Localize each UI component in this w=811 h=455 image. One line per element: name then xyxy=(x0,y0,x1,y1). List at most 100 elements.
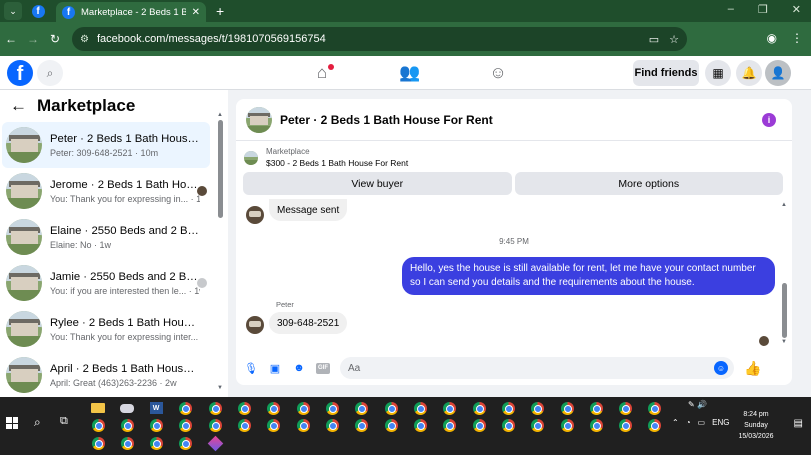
chrome-icon[interactable] xyxy=(440,417,458,433)
wifi-icon[interactable]: ◔ xyxy=(686,418,691,427)
chrome-icon[interactable] xyxy=(528,417,546,433)
word-icon[interactable]: W xyxy=(147,400,165,416)
message-input[interactable]: Aa ☺ xyxy=(340,357,734,379)
back-arrow-icon[interactable]: ← xyxy=(0,32,22,46)
chrome-icon[interactable] xyxy=(499,417,517,433)
chrome-icon[interactable] xyxy=(528,400,546,416)
file-explorer-icon[interactable] xyxy=(89,400,107,416)
chrome-icon[interactable] xyxy=(499,400,517,416)
conversation-item[interactable]: Jerome · 2 Beds 1 Bath House ... You: Th… xyxy=(2,168,210,214)
chrome-icon[interactable] xyxy=(264,400,282,416)
chrome-icon[interactable] xyxy=(206,417,224,433)
chrome-icon[interactable] xyxy=(235,400,253,416)
chrome-icon[interactable] xyxy=(645,400,663,416)
emoji-icon[interactable]: ☺ xyxy=(714,361,728,375)
chat-scrollbar[interactable] xyxy=(782,283,787,338)
chrome-icon[interactable] xyxy=(147,435,165,451)
gif-icon[interactable]: GIF xyxy=(314,359,332,377)
chat-title[interactable]: Peter · 2 Beds 1 Bath House For Rent xyxy=(280,113,493,127)
active-browser-tab[interactable]: f Marketplace - 2 Beds 1 Bath Ho ✕ xyxy=(56,2,206,22)
more-options-button[interactable]: More options xyxy=(514,172,783,195)
scroll-up-arrow-icon[interactable]: ▲ xyxy=(217,112,223,118)
reload-icon[interactable]: ↻ xyxy=(44,32,66,46)
sticker-icon[interactable]: ☻ xyxy=(290,359,308,377)
gem-app-icon[interactable] xyxy=(206,435,224,451)
chrome-icon[interactable] xyxy=(235,417,253,433)
cast-icon[interactable]: ▭ xyxy=(649,33,659,46)
sidebar-scrollbar[interactable] xyxy=(218,120,223,218)
menu-kebab-icon[interactable]: ⋮ xyxy=(791,31,803,45)
chrome-icon[interactable] xyxy=(294,400,312,416)
chrome-icon[interactable] xyxy=(558,400,576,416)
show-hidden-icons-chevron-icon[interactable]: ⌃ xyxy=(672,418,679,427)
menu-grid-icon[interactable]: ▦ xyxy=(705,60,731,86)
chrome-icon[interactable] xyxy=(411,400,429,416)
conversation-item[interactable]: April · 2 Beds 1 Bath House For ... Apri… xyxy=(2,352,210,397)
conversation-item[interactable]: Peter · 2 Beds 1 Bath House For ... Pete… xyxy=(2,122,210,168)
bookmark-star-icon[interactable]: ☆ xyxy=(669,33,679,46)
conversation-item[interactable]: Jamie · 2550 Beds and 2 Baths... You: if… xyxy=(2,260,210,306)
chrome-icon[interactable] xyxy=(587,417,605,433)
like-thumb-icon[interactable]: 👍 xyxy=(744,360,761,377)
chrome-icon[interactable] xyxy=(352,417,370,433)
chrome-icon[interactable] xyxy=(470,400,488,416)
profile-icon[interactable]: ◉ xyxy=(767,31,777,45)
taskbar-search-icon[interactable]: ⌕ xyxy=(34,415,41,430)
info-icon[interactable]: i xyxy=(762,113,776,127)
home-icon[interactable]: ⌂ xyxy=(300,63,344,83)
friends-icon[interactable]: 👥 xyxy=(388,63,432,83)
battery-icon[interactable]: ▭ xyxy=(698,418,706,427)
chrome-icon[interactable] xyxy=(176,400,194,416)
chrome-icon[interactable] xyxy=(294,417,312,433)
chrome-icon[interactable] xyxy=(323,417,341,433)
back-arrow-icon[interactable]: ← xyxy=(10,96,27,116)
pen-icon[interactable]: ✎ xyxy=(688,400,695,409)
chrome-icon[interactable] xyxy=(89,435,107,451)
microphone-icon[interactable]: 🎙 xyxy=(242,359,260,377)
chrome-icon[interactable] xyxy=(382,417,400,433)
notifications-bell-icon[interactable]: 🔔 xyxy=(736,60,762,86)
tab-close-icon[interactable]: ✕ xyxy=(192,7,200,18)
maximize-button[interactable]: ❐ xyxy=(758,3,768,16)
sketch-app-icon[interactable] xyxy=(118,400,136,416)
chrome-icon[interactable] xyxy=(323,400,341,416)
tab-search-chevron-icon[interactable]: ⌄ xyxy=(4,2,22,20)
taskbar-clock[interactable]: 8:24 pm Sunday 15/03/2026 xyxy=(733,409,779,442)
new-tab-button[interactable]: + xyxy=(216,3,224,19)
volume-icon[interactable]: 🔊 xyxy=(697,400,707,409)
search-icon[interactable]: ⌕ xyxy=(37,60,63,86)
scroll-down-arrow-icon[interactable]: ▼ xyxy=(217,385,223,391)
chrome-icon[interactable] xyxy=(616,400,634,416)
language-indicator[interactable]: ENG xyxy=(712,418,729,427)
chrome-icon[interactable] xyxy=(118,435,136,451)
conversation-item[interactable]: Rylee · 2 Beds 1 Bath House For ... You:… xyxy=(2,306,210,352)
chrome-icon[interactable] xyxy=(176,435,194,451)
chrome-icon[interactable] xyxy=(382,400,400,416)
site-info-icon[interactable]: ⚙ xyxy=(80,34,89,45)
listing-summary[interactable]: Marketplace $300 - 2 Beds 1 Bath House F… xyxy=(244,147,408,168)
photo-icon[interactable]: ▣ xyxy=(266,359,284,377)
chrome-icon[interactable] xyxy=(352,400,370,416)
windows-start-icon[interactable] xyxy=(6,417,18,429)
conversation-item[interactable]: Elaine · 2550 Beds and 2 Baths ... Elain… xyxy=(2,214,210,260)
chrome-icon[interactable] xyxy=(176,417,194,433)
facebook-logo-icon[interactable]: f xyxy=(7,60,33,86)
chrome-icon[interactable] xyxy=(440,400,458,416)
chrome-icon[interactable] xyxy=(470,417,488,433)
chrome-icon[interactable] xyxy=(558,417,576,433)
address-bar[interactable]: ⚙ facebook.com/messages/t/19810705691567… xyxy=(72,27,687,51)
find-friends-button[interactable]: Find friends xyxy=(633,60,699,86)
chat-listing-thumbnail[interactable] xyxy=(246,106,272,133)
chrome-icon[interactable] xyxy=(206,400,224,416)
chrome-icon[interactable] xyxy=(118,417,136,433)
chrome-icon[interactable] xyxy=(147,417,165,433)
url-text[interactable]: facebook.com/messages/t/1981070569156754 xyxy=(97,33,326,45)
scroll-down-arrow-icon[interactable]: ▼ xyxy=(781,339,787,345)
scroll-up-arrow-icon[interactable]: ▲ xyxy=(781,202,787,208)
close-window-button[interactable]: ✕ xyxy=(792,3,801,16)
pinned-facebook-tab[interactable]: f xyxy=(26,2,50,20)
chrome-icon[interactable] xyxy=(89,417,107,433)
view-buyer-button[interactable]: View buyer xyxy=(243,172,512,195)
forward-arrow-icon[interactable]: → xyxy=(22,32,44,46)
chrome-icon[interactable] xyxy=(616,417,634,433)
